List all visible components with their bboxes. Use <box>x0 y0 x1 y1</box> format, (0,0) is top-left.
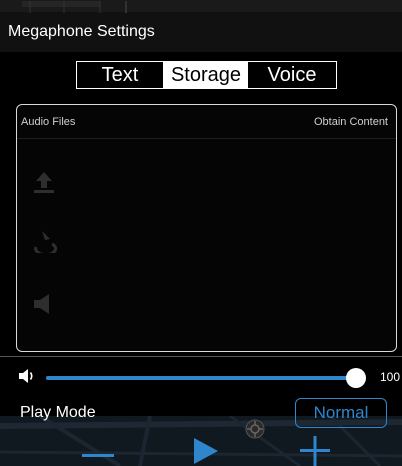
divider <box>0 356 402 357</box>
audio-files-header: Audio Files Obtain Content <box>17 105 396 139</box>
plus-icon[interactable] <box>300 436 330 466</box>
obtain-content-button[interactable]: Obtain Content <box>314 116 388 128</box>
play-mode-label: Play Mode <box>20 404 96 421</box>
play-mode-button[interactable]: Normal <box>295 398 387 428</box>
page-title: Megaphone Settings <box>8 23 155 40</box>
speaker-icon <box>34 294 49 314</box>
tab-text[interactable]: Text <box>77 62 164 88</box>
play-icon[interactable] <box>192 436 220 466</box>
map-strip <box>0 0 402 13</box>
tab-bar: Text Storage Voice <box>76 61 337 89</box>
volume-slider-fill <box>46 376 356 380</box>
rotate-icon <box>34 231 57 253</box>
audio-files-label: Audio Files <box>21 116 76 128</box>
upload-icon <box>34 172 54 193</box>
volume-slider[interactable] <box>46 368 366 388</box>
minus-icon[interactable] <box>82 448 114 464</box>
tab-voice[interactable]: Voice <box>248 62 336 88</box>
header: Megaphone Settings <box>0 0 402 52</box>
locate-icon[interactable] <box>244 418 266 440</box>
volume-value: 100 <box>380 370 401 384</box>
tab-storage[interactable]: Storage <box>164 62 248 88</box>
audio-files-panel: Audio Files Obtain Content <box>16 104 397 352</box>
volume-slider-thumb[interactable] <box>346 368 366 388</box>
volume-icon <box>19 369 33 383</box>
map-strip-lines <box>22 1 127 13</box>
